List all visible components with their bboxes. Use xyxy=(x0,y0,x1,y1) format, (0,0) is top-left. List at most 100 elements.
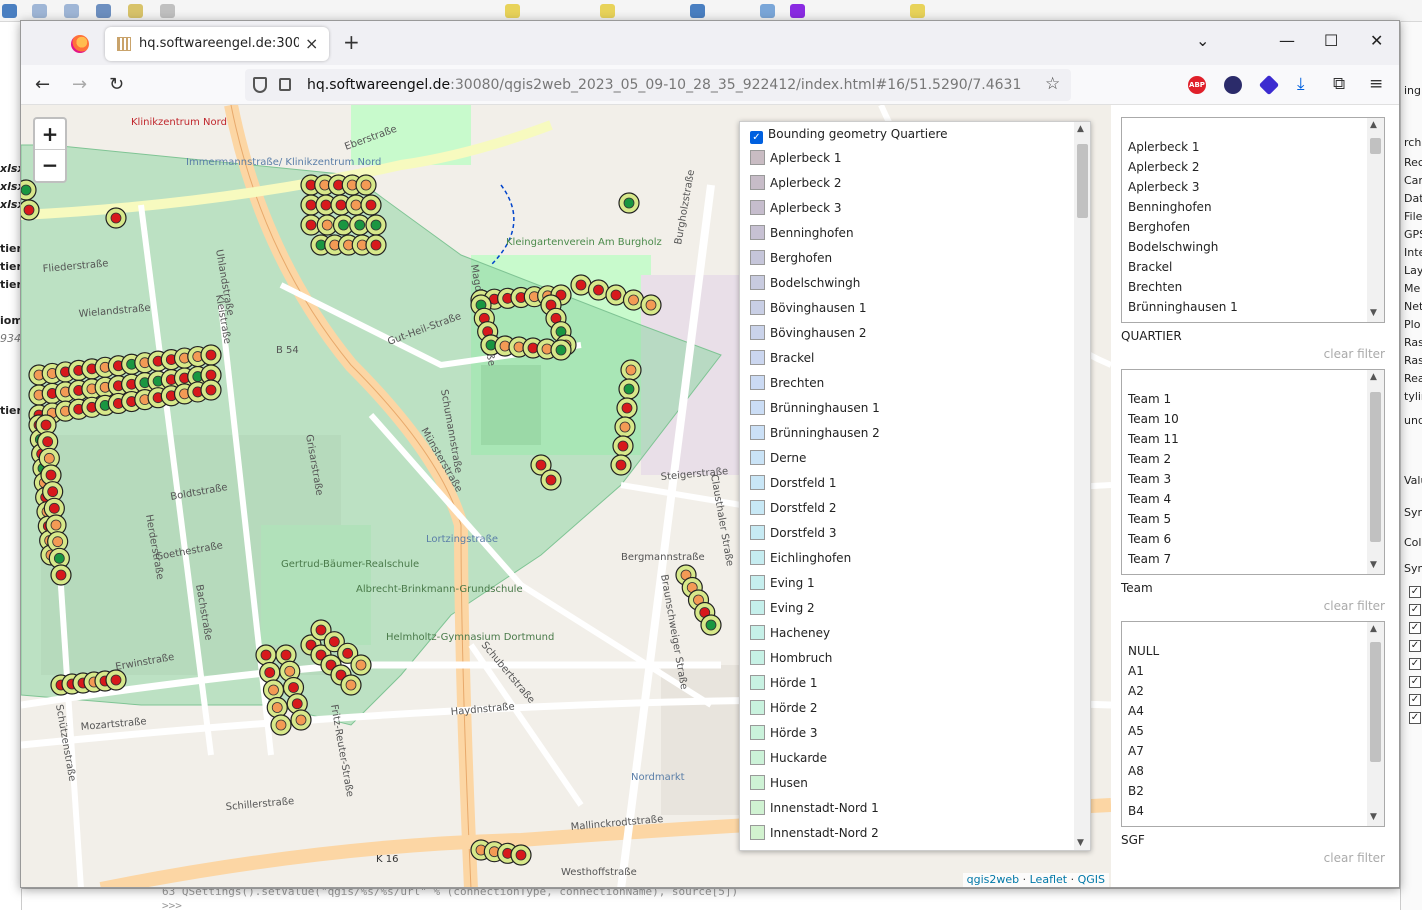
checkbox[interactable]: ✓ xyxy=(1409,676,1421,688)
filter-select-sgf[interactable]: NULL A1 A2 A4 A5 A7 A8 B2 B4 ▲ ▼ xyxy=(1121,621,1385,827)
legend-header[interactable]: ✓ Bounding geometry Quartiere xyxy=(750,127,948,144)
filter-option[interactable]: Team 11 xyxy=(1128,432,1179,446)
insecure-lock-icon[interactable] xyxy=(279,78,291,91)
firefox-logo-icon[interactable] xyxy=(71,35,89,53)
filter-option[interactable]: Team 4 xyxy=(1128,492,1171,506)
filter-option[interactable]: B2 xyxy=(1128,784,1144,798)
toolbar-icon[interactable] xyxy=(128,4,143,18)
filter-select-quartier[interactable]: Aplerbeck 1 Aplerbeck 2 Aplerbeck 3 Benning… xyxy=(1121,117,1385,323)
bookmark-star-icon[interactable]: ☆ xyxy=(1045,74,1060,94)
filter-option[interactable]: A8 xyxy=(1128,764,1144,778)
scroll-up-icon[interactable]: ▲ xyxy=(1370,120,1377,130)
filter-option[interactable]: NULL xyxy=(1128,644,1159,658)
attribution-qgis[interactable]: QGIS xyxy=(1078,873,1105,886)
list-tabs-button[interactable]: ⌄ xyxy=(1196,31,1209,50)
filter-option[interactable]: Brechten xyxy=(1128,280,1182,294)
scrollbar-thumb[interactable] xyxy=(1370,138,1381,154)
puzzle-icon[interactable]: ⧉ xyxy=(1333,74,1345,94)
diamond-extension-icon[interactable] xyxy=(1258,74,1280,96)
fragment[interactable]: File xyxy=(1404,210,1422,223)
filter-option[interactable]: Team 7 xyxy=(1128,552,1171,566)
scrollbar-thumb[interactable] xyxy=(1370,642,1381,762)
maximize-button[interactable]: ☐ xyxy=(1324,31,1338,50)
filter-option[interactable]: Team 5 xyxy=(1128,512,1171,526)
close-window-button[interactable]: ✕ xyxy=(1370,31,1383,50)
fragment[interactable]: Dat xyxy=(1404,192,1422,205)
scroll-up-icon[interactable]: ▲ xyxy=(1370,372,1377,382)
reload-button[interactable]: ↻ xyxy=(109,74,124,95)
toolbar-icon[interactable] xyxy=(760,4,775,18)
filter-select-team[interactable]: Team 1 Team 10 Team 11 Team 2 Team 3 Team 4 Te… xyxy=(1121,369,1385,575)
scroll-down-icon[interactable]: ▼ xyxy=(1370,812,1377,822)
toolbar-icon[interactable] xyxy=(96,4,111,18)
fragment[interactable]: Rec xyxy=(1404,156,1422,169)
fragment[interactable]: Me xyxy=(1404,282,1420,295)
toolbar-icon[interactable] xyxy=(160,4,175,18)
filter-option[interactable]: Team 2 xyxy=(1128,452,1171,466)
active-tab[interactable]: hq.softwareengel.de:30080/qgis2web × xyxy=(105,27,329,61)
lock-extension-icon[interactable] xyxy=(1224,76,1242,94)
toolbar-icon[interactable] xyxy=(790,4,805,18)
toolbar-icon[interactable] xyxy=(505,4,520,18)
toolbar-icon[interactable] xyxy=(910,4,925,18)
scroll-down-icon[interactable]: ▼ xyxy=(1370,308,1377,318)
new-tab-button[interactable]: + xyxy=(343,30,360,54)
filter-option[interactable]: Team 1 xyxy=(1128,392,1171,406)
filter-option[interactable]: Bodelschwingh xyxy=(1128,240,1218,254)
console-prompt[interactable]: >>> xyxy=(162,899,182,910)
checkbox[interactable]: ✓ xyxy=(1409,694,1421,706)
filter-option[interactable]: A5 xyxy=(1128,724,1144,738)
tab-close-icon[interactable]: × xyxy=(305,34,318,53)
filter-scrollbar[interactable]: ▲ ▼ xyxy=(1367,370,1384,574)
leaflet-map[interactable]: Klinikzentrum Nord Immermannstraße/ Klini… xyxy=(21,105,1111,887)
fragment[interactable]: Lay xyxy=(1404,264,1422,277)
scrollbar-thumb[interactable] xyxy=(1370,392,1381,542)
fragment[interactable]: Rea xyxy=(1404,372,1422,385)
checkbox[interactable]: ✓ xyxy=(1409,622,1421,634)
scroll-down-icon[interactable]: ▼ xyxy=(1077,838,1084,848)
filter-option[interactable]: A1 xyxy=(1128,664,1144,678)
toolbar-icon[interactable] xyxy=(690,4,705,18)
filter-option[interactable]: Brünninghausen 1 xyxy=(1128,300,1238,314)
url-bar[interactable]: hq.softwareengel.de:30080/qgis2web_2023_… xyxy=(245,69,1071,101)
checkbox[interactable]: ✓ xyxy=(1409,604,1421,616)
checkbox[interactable]: ✓ xyxy=(1409,640,1421,652)
attribution-leaflet[interactable]: Leaflet xyxy=(1030,873,1067,886)
fragment[interactable]: Ras xyxy=(1404,336,1422,349)
clear-filter-button[interactable]: clear filter xyxy=(1324,851,1385,865)
zoom-out-button[interactable]: − xyxy=(35,150,65,181)
filter-option[interactable]: Team 6 xyxy=(1128,532,1171,546)
checkbox[interactable]: ✓ xyxy=(1409,586,1421,598)
scroll-up-icon[interactable]: ▲ xyxy=(1077,124,1084,134)
filter-scrollbar[interactable]: ▲ ▼ xyxy=(1367,622,1384,826)
filter-option[interactable]: B4 xyxy=(1128,804,1144,818)
fragment[interactable]: Car xyxy=(1404,174,1422,187)
toolbar-icon[interactable] xyxy=(2,4,17,18)
attribution-qgis2web[interactable]: qgis2web xyxy=(967,873,1020,886)
filter-scrollbar[interactable]: ▲ ▼ xyxy=(1367,118,1384,322)
fragment[interactable]: GPS xyxy=(1404,228,1422,241)
scrollbar-thumb[interactable] xyxy=(1077,144,1088,218)
filter-option[interactable]: Team 3 xyxy=(1128,472,1171,486)
fragment[interactable]: Inte xyxy=(1404,246,1422,259)
filter-option[interactable]: Aplerbeck 3 xyxy=(1128,180,1199,194)
url-text[interactable]: hq.softwareengel.de:30080/qgis2web_2023_… xyxy=(307,77,1021,93)
filter-option[interactable]: Brackel xyxy=(1128,260,1172,274)
filter-option[interactable]: A2 xyxy=(1128,684,1144,698)
fragment[interactable]: Net xyxy=(1404,300,1422,313)
filter-option[interactable]: A4 xyxy=(1128,704,1144,718)
toolbar-icon[interactable] xyxy=(600,4,615,18)
minimize-button[interactable]: — xyxy=(1279,31,1295,50)
scroll-down-icon[interactable]: ▼ xyxy=(1370,560,1377,570)
checkbox[interactable]: ✓ xyxy=(1409,712,1421,724)
forward-button[interactable]: → xyxy=(72,74,87,95)
adblock-icon[interactable]: ABP xyxy=(1188,76,1206,94)
legend-scrollbar[interactable]: ▲ ▼ xyxy=(1074,122,1090,850)
filter-option[interactable]: Team 10 xyxy=(1128,412,1179,426)
toolbar-icon[interactable] xyxy=(32,4,47,18)
toolbar-icon[interactable] xyxy=(64,4,79,18)
download-icon[interactable]: ⤓ xyxy=(1297,74,1305,94)
filter-option[interactable]: A7 xyxy=(1128,744,1144,758)
zoom-in-button[interactable]: + xyxy=(35,119,65,150)
filter-option[interactable]: Aplerbeck 1 xyxy=(1128,140,1199,154)
